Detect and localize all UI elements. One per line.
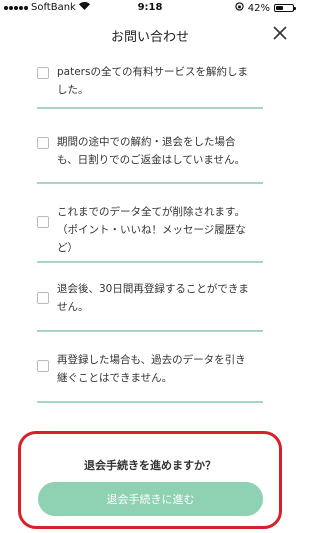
item-divider: [37, 401, 263, 403]
battery-percent: 42%: [247, 2, 270, 14]
battery-icon: [274, 4, 296, 12]
battery-tip: [294, 7, 296, 10]
notice-text: patersの全ての有料サービスを解約しま した。: [57, 66, 248, 96]
close-button[interactable]: [270, 25, 290, 45]
notice-checkbox[interactable]: [37, 216, 49, 228]
orientation-lock-icon: [235, 2, 244, 14]
item-divider: [37, 182, 263, 184]
notice-checkbox[interactable]: [37, 292, 49, 304]
notice-checkbox[interactable]: [37, 67, 49, 79]
notice-checkbox[interactable]: [37, 137, 49, 149]
close-icon[interactable]: [273, 26, 287, 40]
item-divider: [37, 330, 263, 332]
page-title: お問い合わせ: [110, 29, 189, 45]
status-bar: SoftBank 9:18 42%: [0, 0, 300, 17]
item-divider: [37, 107, 263, 109]
notice-text: これまでのデータ全てが削除されます。 （ポイント・いいね！メッセージ履歴な ど）: [57, 206, 246, 254]
notice-text: 退会後、30日間再登録することができま せん。: [57, 283, 249, 313]
confirm-question: 退会手続きを進めますか？: [84, 459, 216, 472]
notice-text: 再登録した場合も、過去のデータを引き 継ぐことはできません。: [57, 354, 246, 384]
battery-fill: [276, 6, 283, 10]
proceed-withdrawal-button[interactable]: 退会手続きに進む: [38, 482, 263, 516]
battery-group: 42%: [235, 2, 296, 14]
item-divider: [37, 261, 263, 263]
notice-text: 期間の途中での解約・退会をした場合 も、日割りでのご返金はしていません。: [57, 136, 246, 166]
notice-checkbox[interactable]: [37, 360, 49, 372]
header: お問い合わせ: [0, 17, 300, 53]
